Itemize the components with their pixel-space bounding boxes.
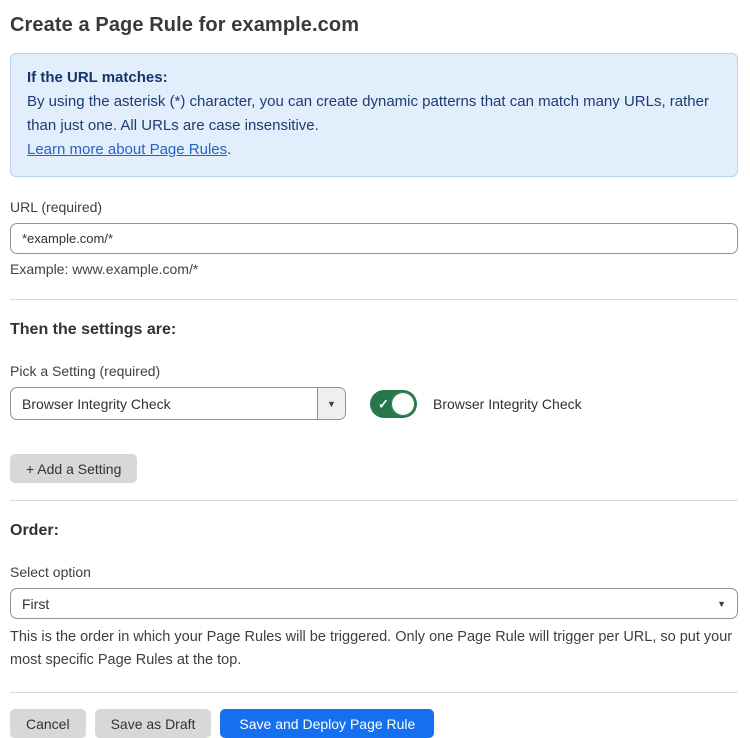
url-input[interactable] bbox=[10, 223, 738, 254]
setting-select-arrow-button[interactable]: ▼ bbox=[317, 388, 345, 419]
save-as-draft-button[interactable]: Save as Draft bbox=[95, 709, 212, 738]
page-title: Create a Page Rule for example.com bbox=[10, 14, 738, 37]
learn-more-link[interactable]: Learn more about Page Rules bbox=[27, 141, 227, 158]
pick-setting-label: Pick a Setting (required) bbox=[10, 363, 738, 379]
url-match-info-box: If the URL matches: By using the asteris… bbox=[10, 53, 738, 177]
order-section-heading: Order: bbox=[10, 522, 738, 540]
order-helper-text: This is the order in which your Page Rul… bbox=[10, 626, 738, 672]
order-select[interactable]: First ▼ bbox=[10, 588, 738, 619]
divider-order-actions bbox=[10, 692, 738, 693]
order-select-label: Select option bbox=[10, 564, 738, 580]
chevron-down-icon: ▼ bbox=[327, 399, 336, 409]
order-select-value: First bbox=[22, 596, 49, 612]
link-suffix: . bbox=[227, 141, 231, 158]
setting-select-value: Browser Integrity Check bbox=[11, 388, 317, 419]
setting-select[interactable]: Browser Integrity Check ▼ bbox=[10, 387, 346, 420]
create-page-rule-form: Create a Page Rule for example.com If th… bbox=[0, 0, 750, 738]
chevron-down-icon: ▼ bbox=[717, 599, 726, 609]
toggle-check-icon: ✓ bbox=[378, 397, 389, 410]
settings-section-heading: Then the settings are: bbox=[10, 321, 738, 339]
info-box-body: By using the asterisk (*) character, you… bbox=[27, 90, 721, 138]
toggle-label: Browser Integrity Check bbox=[433, 396, 582, 412]
browser-integrity-toggle[interactable]: ✓ bbox=[370, 390, 417, 418]
cancel-button[interactable]: Cancel bbox=[10, 709, 86, 738]
save-and-deploy-button[interactable]: Save and Deploy Page Rule bbox=[220, 709, 434, 738]
info-box-heading: If the URL matches: bbox=[27, 66, 721, 90]
add-setting-button[interactable]: + Add a Setting bbox=[10, 454, 137, 483]
divider-url-settings bbox=[10, 299, 738, 300]
setting-row: Browser Integrity Check ▼ ✓ Browser Inte… bbox=[10, 387, 738, 420]
divider-settings-order bbox=[10, 500, 738, 501]
setting-toggle-wrap: ✓ Browser Integrity Check bbox=[370, 390, 582, 418]
info-box-link-line: Learn more about Page Rules. bbox=[27, 138, 721, 162]
form-actions: Cancel Save as Draft Save and Deploy Pag… bbox=[10, 709, 738, 738]
toggle-knob bbox=[391, 392, 415, 416]
url-field-label: URL (required) bbox=[10, 199, 738, 215]
url-example-helper: Example: www.example.com/* bbox=[10, 261, 738, 277]
